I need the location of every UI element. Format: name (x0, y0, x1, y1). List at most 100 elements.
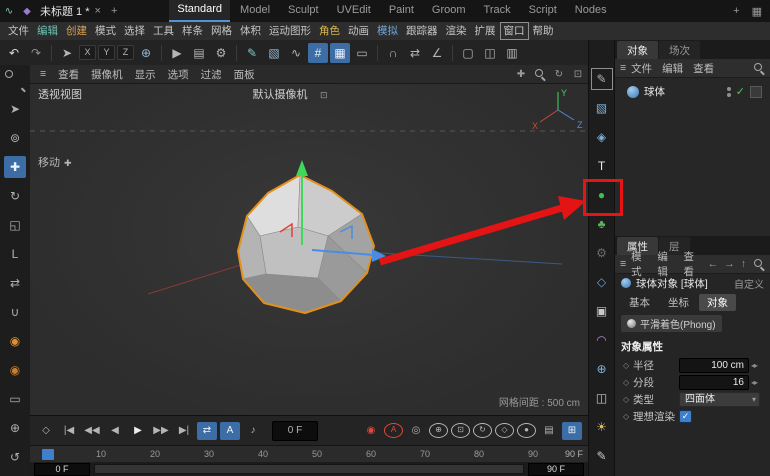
attr-menu-view[interactable]: 查看 (679, 249, 705, 279)
app-asset-icon[interactable]: ◆ (18, 6, 36, 17)
timeline-ruler[interactable]: 0102030405060708090 90 F (30, 445, 588, 462)
deformer-icon[interactable]: ◠ (591, 329, 613, 351)
menu-mode[interactable]: 模式 (91, 22, 120, 40)
obj-menu-edit[interactable]: 编辑 (657, 61, 688, 76)
segments-field[interactable]: 16 (679, 375, 749, 390)
field-icon[interactable]: ▣ (591, 300, 613, 322)
menu-extensions[interactable]: 扩展 (471, 22, 500, 40)
vp-menu-filter[interactable]: 过滤 (195, 67, 228, 82)
tab-objects[interactable]: 对象 (617, 41, 658, 59)
customize-button[interactable]: 自定义 (734, 276, 764, 291)
volume-builder-icon[interactable]: ⚙ (591, 242, 613, 264)
playhead-handle[interactable] (42, 449, 54, 460)
current-frame-field[interactable]: 0 F (272, 420, 318, 441)
prev-frame-button[interactable]: ◀ (105, 422, 125, 440)
close-tab-icon[interactable]: × (95, 5, 101, 17)
menu-create[interactable]: 创建 (62, 22, 91, 40)
cube-primitive-icon[interactable]: ▧ (264, 43, 284, 63)
menu-edit[interactable]: 编辑 (33, 22, 62, 40)
select-arrow-icon[interactable]: ➤ (4, 98, 26, 120)
zoom-icon[interactable] (4, 69, 26, 91)
prev-key-button[interactable]: ◀◀ (82, 422, 102, 440)
object-search-icon[interactable] (753, 62, 765, 74)
keyframe-scale-toggle[interactable]: ⊡ (451, 423, 470, 438)
radius-field[interactable]: 100 cm (679, 358, 749, 373)
mirror-icon[interactable]: ⇄ (405, 43, 425, 63)
enabled-check-icon[interactable]: ✓ (736, 85, 745, 98)
render-picture-viewer-icon[interactable]: ▤ (189, 43, 209, 63)
camera-badge-icon[interactable]: ⊡ (320, 90, 328, 100)
magnet-icon[interactable]: ∩ (383, 43, 403, 63)
menu-character[interactable]: 角色 (315, 22, 344, 40)
menu-help[interactable]: 帮助 (529, 22, 558, 40)
layout-split-icon[interactable]: ◫ (480, 43, 500, 63)
ideal-render-checkbox[interactable]: ✓ (679, 410, 692, 423)
loop-mode-button[interactable]: ⇄ (197, 421, 217, 440)
camera-icon[interactable]: ◫ (591, 387, 613, 409)
camera-label[interactable]: 默认摄像机 (253, 87, 308, 101)
next-key-button[interactable]: ▶▶ (151, 422, 171, 440)
vp-menu-display[interactable]: 显示 (129, 67, 162, 82)
menu-spline[interactable]: 样条 (178, 22, 207, 40)
layout-single-icon[interactable]: ▢ (458, 43, 478, 63)
nav-up-icon[interactable]: ↑ (738, 258, 749, 270)
history-icon[interactable]: ↺ (4, 446, 26, 468)
menu-animate[interactable]: 动画 (344, 22, 373, 40)
dynamics-icon[interactable]: ◇ (591, 271, 613, 293)
layout-tab-sculpt[interactable]: Sculpt (280, 0, 327, 22)
object-row-sphere[interactable]: 球体 ✓ (615, 83, 770, 100)
keyframe-settings-button[interactable]: ▤ (539, 422, 559, 440)
menu-mesh[interactable]: 网格 (207, 22, 236, 40)
visibility-dots-icon[interactable] (726, 86, 731, 97)
layout-tab-paint[interactable]: Paint (381, 0, 422, 22)
rotate-view-icon[interactable]: ↻ (553, 69, 565, 80)
scale-icon[interactable]: ◱ (4, 214, 26, 236)
document-tab[interactable]: 未标题 1 * × (40, 3, 101, 19)
tab-takes[interactable]: 场次 (659, 41, 700, 59)
nav-back-icon[interactable]: ← (705, 258, 722, 270)
vp-menu-view[interactable]: 查看 (52, 67, 85, 82)
menu-volume[interactable]: 体积 (236, 22, 265, 40)
axis-y-button[interactable]: Y (98, 45, 115, 60)
viewport-canvas[interactable]: Y X Z 透视视图 默认摄像机 ⊡ 移动 ✚ 网格间距 : 500 cm (30, 84, 588, 415)
go-end-button[interactable]: ▶| (174, 422, 194, 440)
prop-tab-object[interactable]: 对象 (699, 294, 736, 311)
add-layout-button[interactable]: + (733, 5, 739, 18)
phong-tag-button[interactable]: 平滑着色(Phong) (621, 315, 722, 332)
attribute-search-icon[interactable] (753, 258, 765, 270)
workplane-icon[interactable]: ▭ (352, 43, 372, 63)
spline-pen-icon[interactable]: ✎ (590, 68, 613, 90)
go-start-button[interactable]: |◀ (59, 422, 79, 440)
radius-stepper[interactable]: ◂▸ (751, 361, 758, 370)
snap-icon[interactable]: ∪ (4, 301, 26, 323)
range-end-field[interactable]: 90 F (528, 462, 584, 476)
pen-tool-icon[interactable]: ✎ (242, 43, 262, 63)
rock-object[interactable] (237, 174, 375, 314)
menu-select[interactable]: 选择 (120, 22, 149, 40)
layout-tab-nodes[interactable]: Nodes (567, 0, 615, 22)
sound-button[interactable]: ♪ (243, 422, 263, 440)
environment-icon[interactable]: ⊕ (591, 358, 613, 380)
spline-pen-icon[interactable]: ∿ (286, 43, 306, 63)
select-arrow-icon[interactable]: ➤ (57, 43, 77, 63)
zoom-view-icon[interactable] (534, 68, 546, 80)
vp-menu-options[interactable]: 选项 (162, 67, 195, 82)
redo-icon[interactable]: ↷ (26, 43, 46, 63)
modeling-axis-icon[interactable]: ⊕ (4, 417, 26, 439)
simulation-cache-icon[interactable]: ◉ (4, 359, 26, 381)
workplane-icon[interactable]: ▭ (4, 388, 26, 410)
anim-dot-icon[interactable]: ◇ (623, 395, 633, 404)
app-history-icon[interactable]: ∿ (0, 6, 18, 17)
snap-grid-icon[interactable]: # (308, 42, 328, 63)
anim-dot-icon[interactable]: ◇ (623, 378, 633, 387)
text-tool-icon[interactable]: T (591, 155, 613, 177)
axis-z-button[interactable]: Z (117, 45, 134, 60)
axis-edit-icon[interactable]: ∠ (427, 43, 447, 63)
render-settings-icon[interactable]: ⚙ (211, 43, 231, 63)
attr-menu-edit[interactable]: 编辑 (652, 249, 678, 279)
object-name[interactable]: 球体 (644, 84, 665, 99)
render-view-icon[interactable]: ▶ (167, 43, 187, 63)
type-dropdown[interactable]: 四面体 ▾ (679, 392, 760, 407)
coordinate-system-icon[interactable]: ⊕ (136, 43, 156, 63)
new-document-tab-button[interactable]: + (111, 5, 117, 17)
